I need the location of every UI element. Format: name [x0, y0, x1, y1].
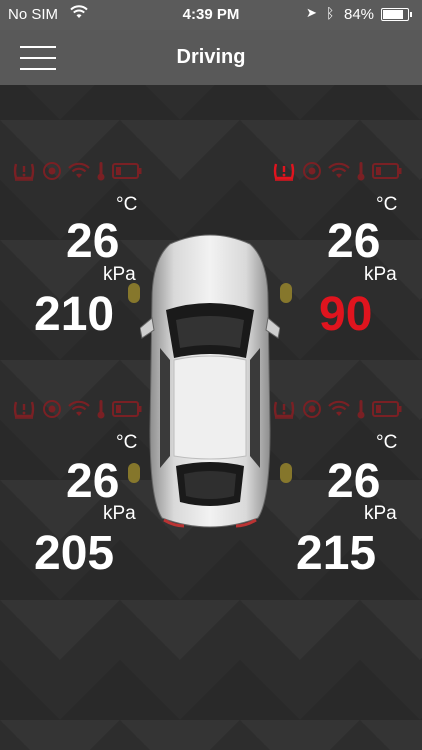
battery-low-icon [372, 163, 402, 179]
temperature-value-front-right: 26 [327, 215, 381, 268]
sensor-indicator-rear-right [280, 463, 292, 483]
battery-low-icon [112, 401, 142, 417]
temperature-value-rear-left: 26 [66, 455, 120, 508]
temperature-unit-front-right: °C [376, 194, 398, 215]
pressure-unit-rear-right: kPa [364, 503, 397, 524]
temperature-unit-rear-right: °C [376, 432, 398, 453]
battery-icon [381, 8, 412, 21]
thermometer-icon [97, 400, 105, 419]
thermometer-icon [357, 400, 365, 419]
tire-pressure-warning-icon [13, 401, 35, 419]
pressure-value-rear-right: 215 [296, 527, 377, 580]
status-icons-front-right [272, 160, 402, 182]
pressure-unit-front-left: kPa [103, 264, 136, 285]
bluetooth-icon: ᛒ [326, 5, 335, 21]
wireless-signal-icon [68, 162, 90, 178]
tire-pressure-warning-icon [13, 163, 35, 181]
wireless-signal-icon [328, 162, 350, 178]
navigation-bar: Driving [0, 30, 422, 85]
thermometer-icon [357, 162, 365, 181]
sensor-indicator-front-left [128, 283, 140, 303]
pressure-value-rear-left: 205 [34, 527, 115, 580]
status-icons-rear-right [272, 398, 402, 420]
tire-rotation-icon [43, 400, 61, 418]
tire-rotation-icon [43, 162, 61, 180]
status-icons-front-left [12, 160, 142, 182]
sensor-indicator-front-right [280, 283, 292, 303]
battery-percent: 84% [344, 6, 375, 23]
tire-pressure-warning-icon [273, 401, 295, 419]
battery-low-icon [372, 401, 402, 417]
sensor-indicator-rear-left [128, 463, 140, 483]
status-bar: No SIM 4:39 PM ➤ ᛒ 84% [0, 0, 422, 30]
battery-low-icon [112, 163, 142, 179]
pressure-unit-front-right: kPa [364, 264, 397, 285]
status-icons-rear-left [12, 398, 142, 420]
tire-rotation-icon [303, 162, 321, 180]
pressure-unit-rear-left: kPa [103, 503, 136, 524]
tire-rotation-icon [303, 400, 321, 418]
temperature-value-front-left: 26 [66, 215, 120, 268]
temperature-value-rear-right: 26 [327, 455, 381, 508]
page-title: Driving [176, 46, 246, 68]
car-top-view-image [140, 234, 280, 528]
temperature-unit-front-left: °C [116, 194, 138, 215]
thermometer-icon [97, 162, 105, 181]
temperature-unit-rear-left: °C [116, 432, 138, 453]
location-arrow-icon: ➤ [306, 5, 317, 20]
wireless-signal-icon [328, 400, 350, 416]
tire-pressure-warning-icon [273, 163, 295, 181]
pressure-value-front-left: 210 [34, 288, 115, 341]
battery-fill [383, 10, 404, 19]
wireless-signal-icon [68, 400, 90, 416]
pressure-value-front-right: 90 [319, 288, 373, 341]
